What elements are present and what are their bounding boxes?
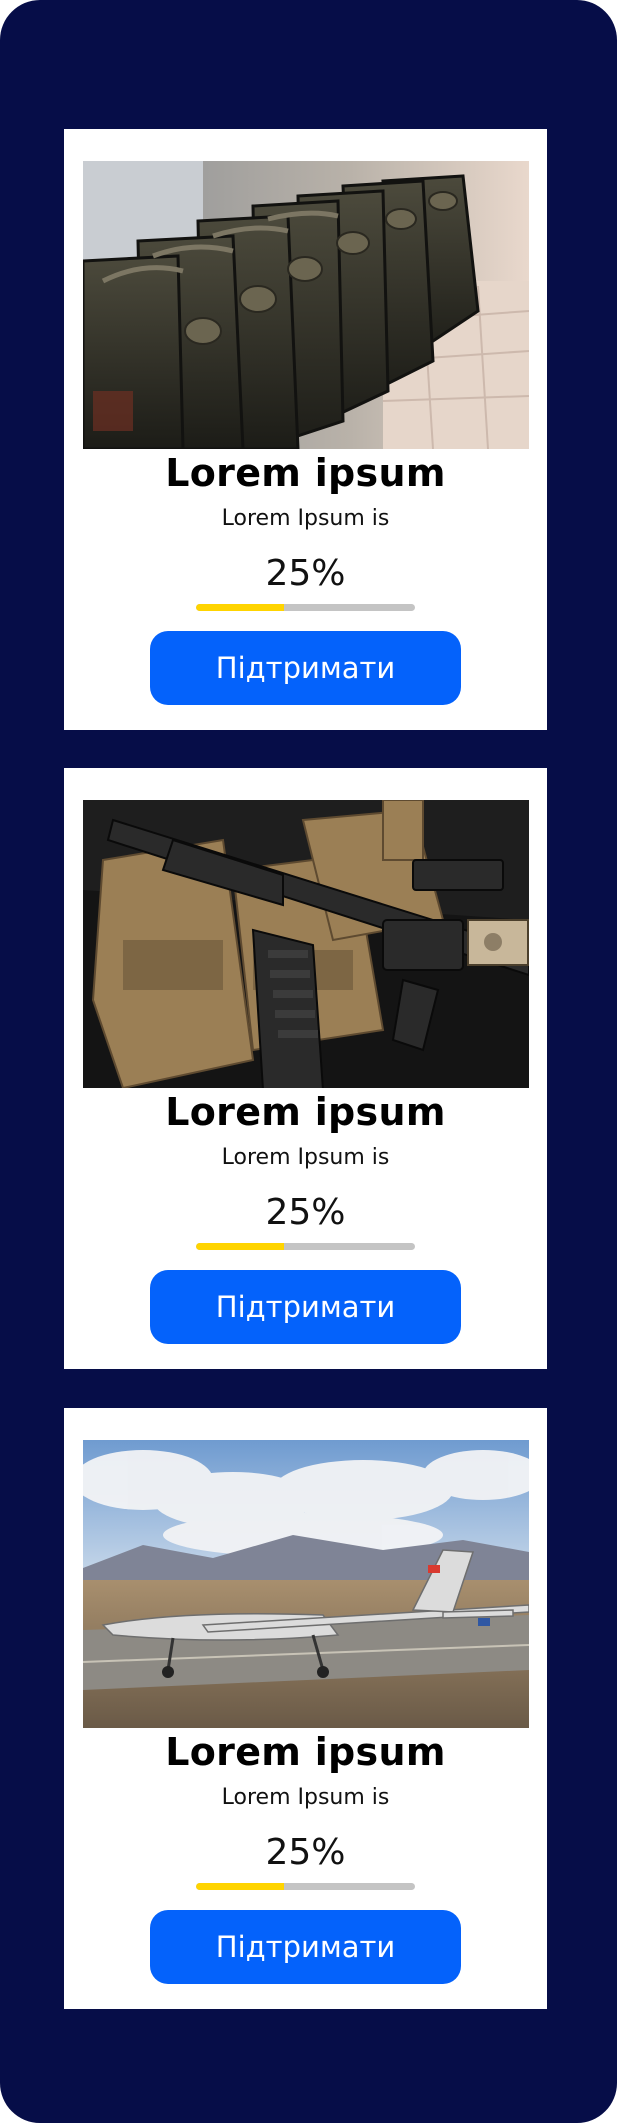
- progress-bar-fill: [196, 604, 284, 611]
- card-subtitle: Lorem Ipsum is: [221, 506, 390, 531]
- support-button[interactable]: Підтримати: [150, 631, 461, 705]
- drone-on-runway-photo: [83, 1440, 529, 1728]
- support-button[interactable]: Підтримати: [150, 1910, 461, 1984]
- fundraiser-card-2: Lorem ipsum Lorem Ipsum is 25% Підтримат…: [64, 768, 547, 1369]
- card-title: Lorem ipsum: [165, 451, 446, 495]
- progress-bar-fill: [196, 1883, 284, 1890]
- card-title: Lorem ipsum: [165, 1730, 446, 1774]
- card-subtitle: Lorem Ipsum is: [221, 1785, 390, 1810]
- card-subtitle: Lorem Ipsum is: [221, 1145, 390, 1170]
- card-title: Lorem ipsum: [165, 1090, 446, 1134]
- fundraiser-card-1: Lorem ipsum Lorem Ipsum is 25% Підтримат…: [64, 129, 547, 730]
- progress-bar: [196, 1243, 415, 1250]
- progress-percent: 25%: [265, 1192, 346, 1233]
- progress-percent: 25%: [265, 553, 346, 594]
- progress-bar: [196, 1883, 415, 1890]
- rifle-and-gear-photo: [83, 800, 529, 1088]
- support-button[interactable]: Підтримати: [150, 1270, 461, 1344]
- page-background: Lorem ipsum Lorem Ipsum is 25% Підтримат…: [0, 0, 617, 2123]
- progress-bar-fill: [196, 1243, 284, 1250]
- progress-percent: 25%: [265, 1832, 346, 1873]
- fundraiser-card-3: Lorem ipsum Lorem Ipsum is 25% Підтримат…: [64, 1408, 547, 2009]
- jerry-cans-photo: [83, 161, 529, 449]
- progress-bar: [196, 604, 415, 611]
